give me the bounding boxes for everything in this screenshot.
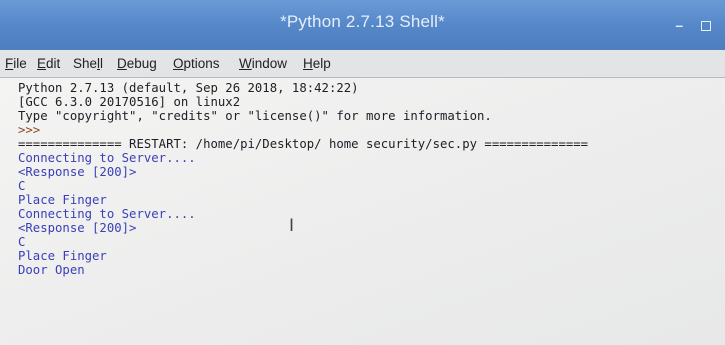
banner-line-1: Python 2.7.13 (default, Sep 26 2018, 18:… [18, 81, 359, 95]
shell-prompt: >>> [18, 123, 48, 137]
menu-file[interactable]: File [5, 56, 27, 71]
maximize-button[interactable] [701, 21, 711, 31]
menu-window[interactable]: Window [239, 56, 287, 71]
restart-line: ============== RESTART: /home/pi/Desktop… [18, 137, 589, 151]
output-line: Connecting to Server.... [18, 151, 196, 165]
output-line: <Response [200]> [18, 221, 137, 235]
output-line: Door Open [18, 263, 85, 277]
banner-line-3: Type "copyright", "credits" or "license(… [18, 109, 492, 123]
idle-shell-window: *Python 2.7.13 Shell* – File Edit Shell … [0, 0, 725, 345]
output-line: Place Finger [18, 249, 107, 263]
menu-bar: File Edit Shell Debug Options Window Hel… [0, 50, 725, 78]
banner-line-2: [GCC 6.3.0 20170516] on linux2 [18, 95, 241, 109]
title-bar[interactable]: *Python 2.7.13 Shell* – [0, 0, 725, 50]
window-title: *Python 2.7.13 Shell* [280, 12, 445, 31]
menu-shell[interactable]: Shell [73, 56, 103, 71]
output-line: <Response [200]> [18, 165, 137, 179]
shell-text-area[interactable]: Python 2.7.13 (default, Sep 26 2018, 18:… [0, 78, 725, 345]
menu-options[interactable]: Options [173, 56, 220, 71]
menu-help[interactable]: Help [303, 56, 331, 71]
minimize-button[interactable]: – [675, 17, 683, 33]
text-cursor-ibeam-icon: I [289, 216, 295, 236]
output-line: Place Finger [18, 193, 107, 207]
output-line: Connecting to Server.... [18, 207, 196, 221]
window-controls: – [661, 17, 711, 33]
menu-edit[interactable]: Edit [37, 56, 60, 71]
menu-debug[interactable]: Debug [117, 56, 157, 71]
output-line: C [18, 235, 26, 249]
output-line: C [18, 179, 26, 193]
